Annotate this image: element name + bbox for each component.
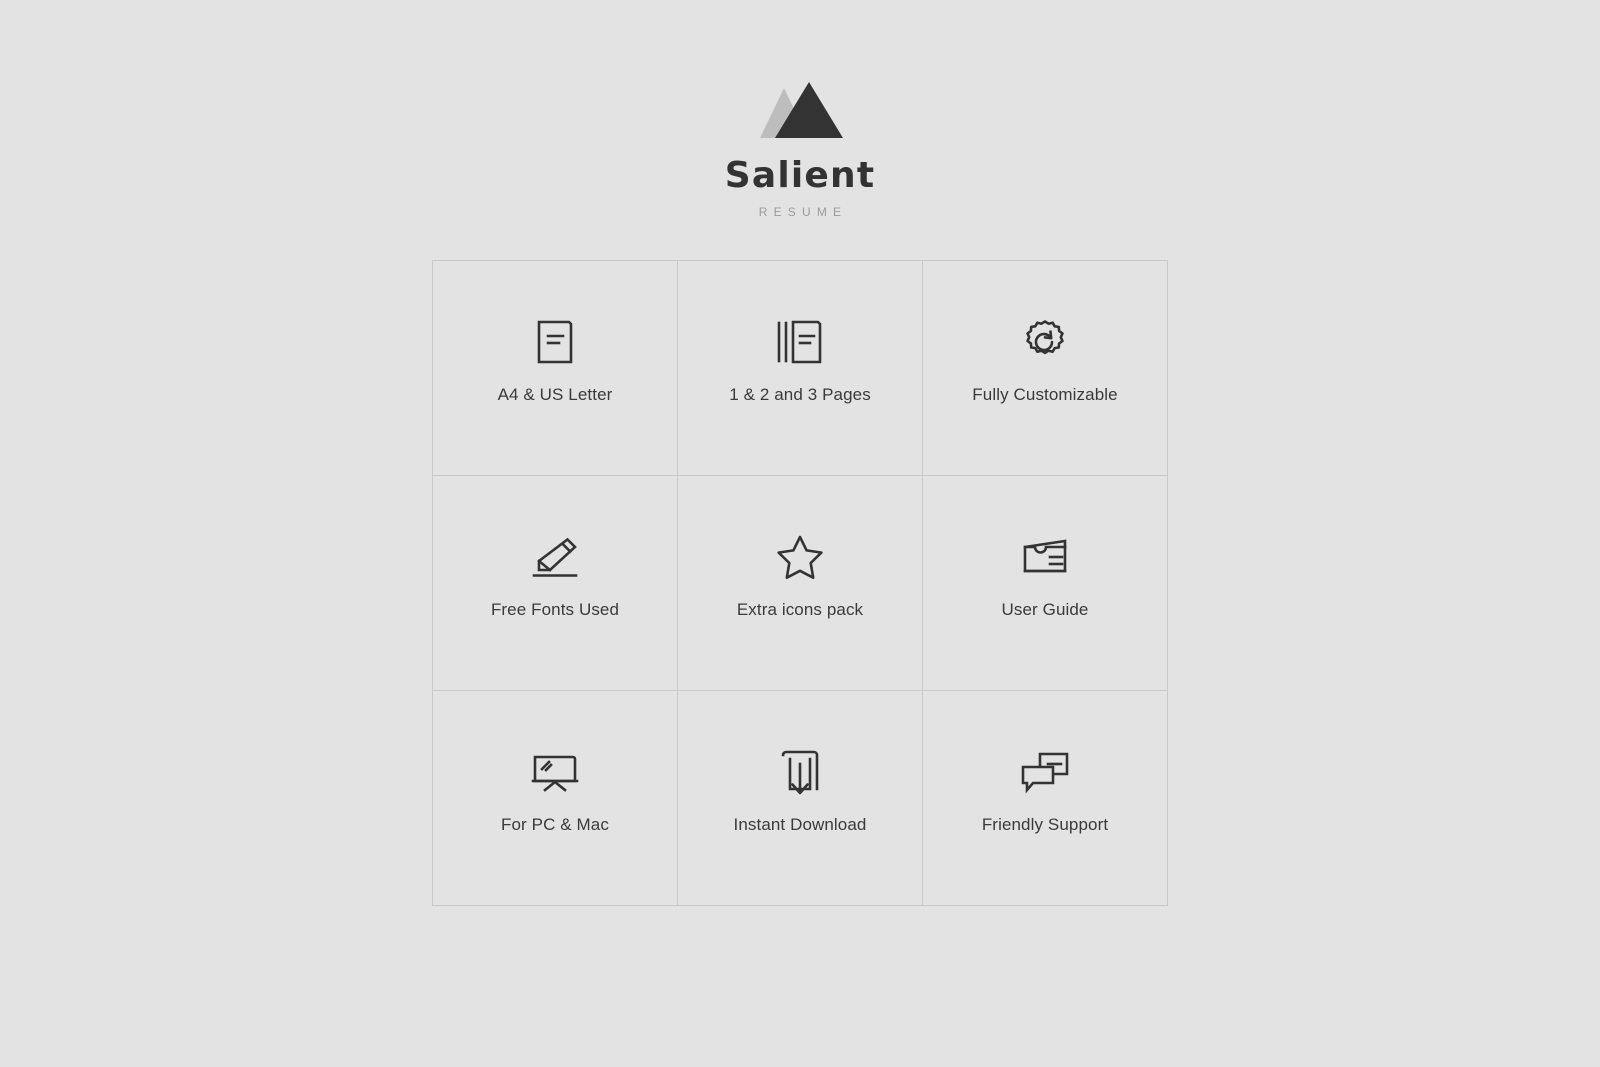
gear-refresh-icon bbox=[1018, 316, 1072, 368]
feature-cell-customizable[interactable]: Fully Customizable bbox=[923, 261, 1168, 476]
monitor-screen-icon bbox=[528, 746, 582, 798]
feature-cell-instant-download[interactable]: Instant Download bbox=[678, 691, 923, 906]
feature-label: Friendly Support bbox=[981, 815, 1109, 834]
document-page-icon bbox=[528, 316, 582, 368]
product-feature-page: Salient RESUME A4 & US Letter 1 & 2 and … bbox=[0, 0, 1600, 1067]
feature-cell-pages[interactable]: 1 & 2 and 3 Pages bbox=[678, 261, 923, 476]
brand-subtitle: RESUME bbox=[758, 205, 848, 219]
feature-grid: A4 & US Letter 1 & 2 and 3 Pages Fully C… bbox=[432, 260, 1168, 906]
feature-cell-pc-mac[interactable]: For PC & Mac bbox=[433, 691, 678, 906]
brand-block: Salient RESUME bbox=[725, 82, 876, 218]
stacked-pages-icon bbox=[773, 316, 827, 368]
brand-name: Salient bbox=[724, 155, 876, 196]
file-tray-icon bbox=[1018, 531, 1072, 583]
feature-cell-a4-us-letter[interactable]: A4 & US Letter bbox=[433, 261, 678, 476]
mountain-logo-icon bbox=[754, 82, 846, 144]
feature-label: For PC & Mac bbox=[501, 815, 609, 834]
feature-cell-icons-pack[interactable]: Extra icons pack bbox=[678, 476, 923, 691]
feature-label: Fully Customizable bbox=[972, 385, 1118, 404]
star-outline-icon bbox=[773, 531, 827, 583]
feature-label: Instant Download bbox=[733, 815, 867, 834]
feature-label: Free Fonts Used bbox=[490, 600, 620, 619]
download-tray-icon bbox=[773, 746, 827, 798]
feature-label: A4 & US Letter bbox=[497, 385, 613, 404]
chat-bubbles-icon bbox=[1018, 746, 1072, 798]
pencil-writing-icon bbox=[528, 531, 582, 583]
feature-label: Extra icons pack bbox=[736, 600, 864, 619]
feature-cell-free-fonts[interactable]: Free Fonts Used bbox=[433, 476, 678, 691]
feature-cell-user-guide[interactable]: User Guide bbox=[923, 476, 1168, 691]
feature-label: 1 & 2 and 3 Pages bbox=[729, 385, 871, 404]
feature-label: User Guide bbox=[1001, 600, 1089, 619]
feature-cell-friendly-support[interactable]: Friendly Support bbox=[923, 691, 1168, 906]
